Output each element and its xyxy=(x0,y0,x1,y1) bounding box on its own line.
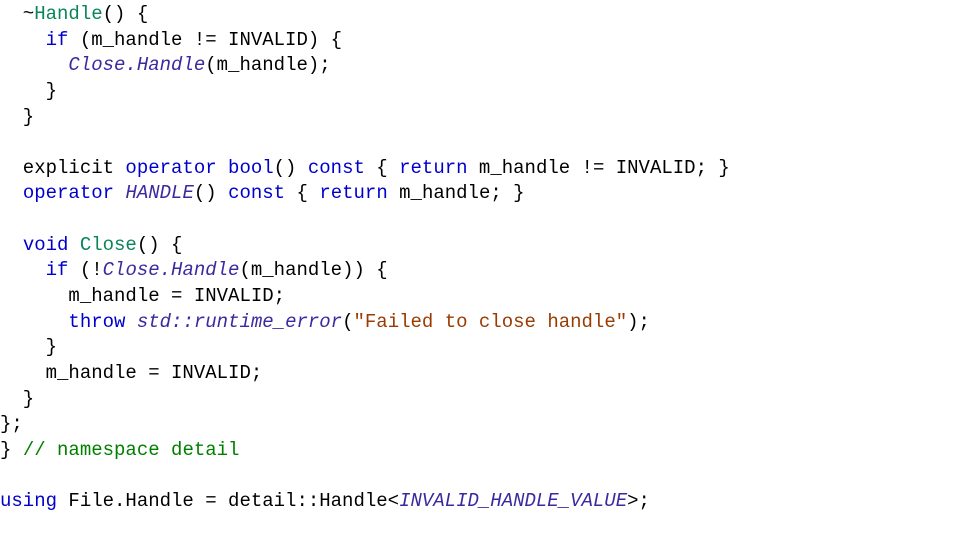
code-token: (! xyxy=(68,259,102,281)
code-token: operator xyxy=(23,182,114,204)
code-line: }; xyxy=(0,413,23,435)
code-token xyxy=(114,182,125,204)
code-token: Close xyxy=(80,234,137,256)
code-token xyxy=(0,54,68,76)
code-token: (m_handle != INVALID) { xyxy=(68,29,342,51)
code-token: (m_handle)) { xyxy=(239,259,387,281)
code-line: operator HANDLE() const { return m_handl… xyxy=(0,182,525,204)
code-token: () xyxy=(274,157,308,179)
code-line: using File.Handle = detail::Handle<INVAL… xyxy=(0,490,650,512)
code-line: m_handle = INVALID; xyxy=(0,285,285,307)
code-line: } // namespace detail xyxy=(0,439,239,461)
code-token: } xyxy=(0,439,23,461)
code-token: void xyxy=(23,234,69,256)
code-token: using xyxy=(0,490,57,512)
code-token xyxy=(0,29,46,51)
code-line: m_handle = INVALID; xyxy=(0,362,262,384)
code-token: { xyxy=(285,182,319,204)
code-line: explicit operator bool() const { return … xyxy=(0,157,730,179)
code-line: if (m_handle != INVALID) { xyxy=(0,29,342,51)
code-token: >; xyxy=(627,490,650,512)
code-line: ~Handle() { xyxy=(0,3,148,25)
code-line: throw std::runtime_error("Failed to clos… xyxy=(0,311,650,333)
code-token xyxy=(0,234,23,256)
code-line: } xyxy=(0,388,34,410)
code-token: ~ xyxy=(0,3,34,25)
code-token: operator xyxy=(125,157,216,179)
code-token: throw xyxy=(68,311,125,333)
code-token: m_handle != INVALID; } xyxy=(468,157,730,179)
code-line: } xyxy=(0,106,34,128)
code-token: HANDLE xyxy=(125,182,193,204)
code-token: if xyxy=(46,29,69,51)
code-token xyxy=(68,234,79,256)
code-token: (m_handle); xyxy=(205,54,330,76)
code-token: () { xyxy=(137,234,183,256)
code-token: { xyxy=(365,157,399,179)
code-token: m_handle; } xyxy=(388,182,525,204)
code-token: if xyxy=(46,259,69,281)
code-token: const xyxy=(228,182,285,204)
code-token: "Failed to close handle" xyxy=(353,311,627,333)
code-token: return xyxy=(319,182,387,204)
code-token: std::runtime_error xyxy=(137,311,342,333)
code-token xyxy=(0,259,46,281)
code-line: void Close() { xyxy=(0,234,182,256)
code-line: Close.Handle(m_handle); xyxy=(0,54,331,76)
code-token xyxy=(125,311,136,333)
code-token xyxy=(0,182,23,204)
code-token: Close.Handle xyxy=(68,54,205,76)
code-token: INVALID_HANDLE_VALUE xyxy=(399,490,627,512)
code-line: } xyxy=(0,80,57,102)
code-token: () xyxy=(194,182,228,204)
code-token: // namespace detail xyxy=(23,439,240,461)
code-token: () { xyxy=(103,3,149,25)
code-token: explicit xyxy=(0,157,125,179)
code-token: ( xyxy=(342,311,353,333)
code-line: if (!Close.Handle(m_handle)) { xyxy=(0,259,388,281)
code-token: File.Handle = detail::Handle< xyxy=(57,490,399,512)
code-token: Close.Handle xyxy=(103,259,240,281)
code-token: ); xyxy=(627,311,650,333)
code-token xyxy=(217,157,228,179)
code-token: return xyxy=(399,157,467,179)
code-token: Handle xyxy=(34,3,102,25)
code-token xyxy=(0,311,68,333)
code-line: } xyxy=(0,336,57,358)
code-block: ~Handle() { if (m_handle != INVALID) { C… xyxy=(0,0,960,515)
code-token: const xyxy=(308,157,365,179)
code-token: bool xyxy=(228,157,274,179)
